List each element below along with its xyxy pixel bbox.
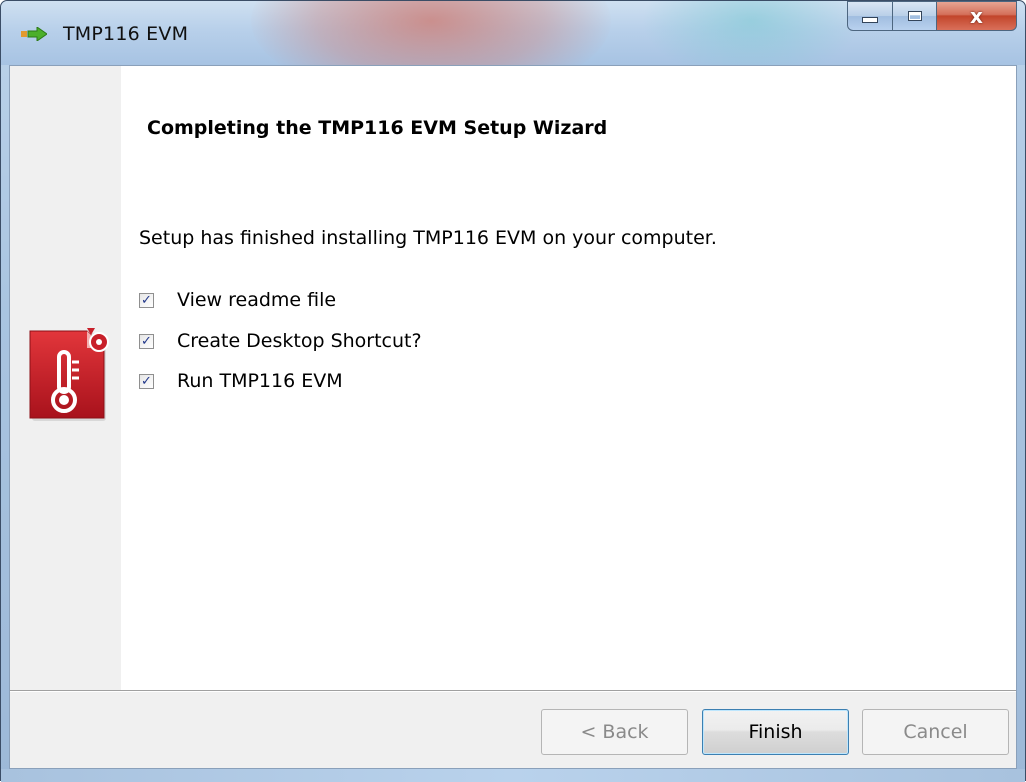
checkmark-icon: ✓	[141, 333, 152, 349]
window-bottom-border	[1, 769, 1025, 782]
installer-arrow-icon	[21, 27, 47, 41]
thermometer-install-icon	[29, 328, 109, 421]
minimize-icon	[862, 17, 878, 23]
button-separator	[10, 690, 1016, 692]
wizard-heading: Completing the TMP116 EVM Setup Wizard	[147, 117, 608, 139]
title-bar[interactable]: TMP116 EVM x	[1, 1, 1025, 65]
caption-buttons: x	[847, 1, 1017, 33]
view-readme-checkbox[interactable]: ✓	[139, 292, 154, 308]
wizard-client-area: Completing the TMP116 EVM Setup Wizard S…	[9, 65, 1017, 769]
window-title: TMP116 EVM	[63, 23, 189, 45]
option-run-app[interactable]: ✓ Run TMP116 EVM	[139, 370, 343, 392]
close-icon: x	[970, 4, 983, 28]
finish-button[interactable]: Finish	[702, 709, 849, 755]
create-shortcut-checkbox[interactable]: ✓	[139, 333, 154, 349]
cancel-button[interactable]: Cancel	[862, 709, 1009, 755]
maximize-icon	[907, 11, 922, 21]
maximize-button[interactable]	[893, 1, 937, 31]
option-view-readme[interactable]: ✓ View readme file	[139, 289, 336, 311]
back-button[interactable]: < Back	[541, 709, 688, 755]
run-app-checkbox[interactable]: ✓	[139, 373, 154, 389]
wizard-message: Setup has finished installing TMP116 EVM…	[139, 227, 717, 249]
minimize-button[interactable]	[847, 1, 893, 31]
option-create-shortcut[interactable]: ✓ Create Desktop Shortcut?	[139, 330, 422, 352]
option-label: Run TMP116 EVM	[177, 370, 343, 392]
option-label: View readme file	[177, 289, 337, 311]
checkmark-icon: ✓	[141, 373, 152, 389]
installer-window: TMP116 EVM x Completing the TMP116 EVM S…	[0, 0, 1026, 782]
close-button[interactable]: x	[937, 1, 1017, 31]
checkmark-icon: ✓	[141, 292, 152, 308]
option-label: Create Desktop Shortcut?	[177, 330, 422, 352]
